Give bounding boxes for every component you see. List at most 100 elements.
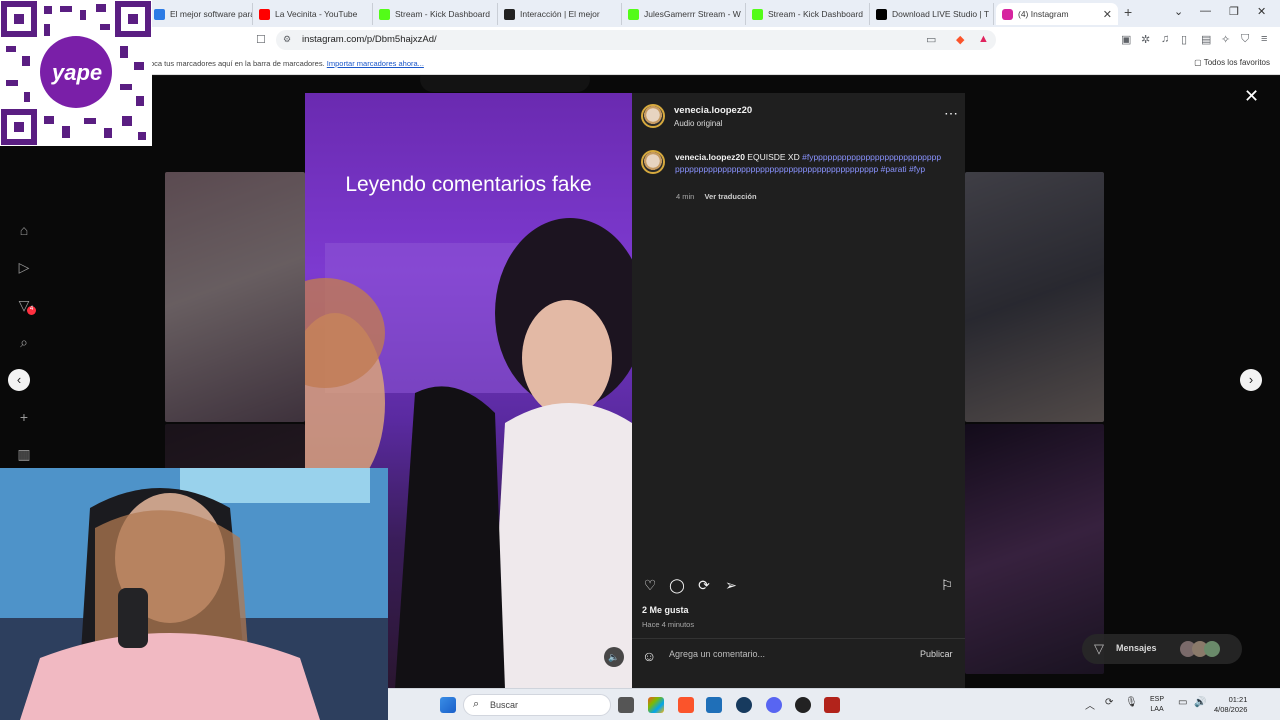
caption-text: EQUISDE XD [747,152,800,162]
reels-icon[interactable]: ▷ [15,259,33,277]
comment-bar: ☺ Publicar [632,638,965,670]
windows-taskbar: ⌕ Buscar ︿ ⟳ 🎙 ESP LAA ▭ 🔊 01:21 4/08/20… [388,688,1280,720]
vpn-icon[interactable]: ⛉ [1241,33,1249,46]
copilot-icon[interactable] [648,697,664,713]
discord-icon[interactable] [766,697,782,713]
site-info-icon[interactable]: ⚙ [283,34,291,45]
tab-label: Interacción | El mejor [520,9,600,19]
clock[interactable]: 01:21 4/08/2026 [1214,695,1247,715]
windows-start-icon[interactable] [440,697,456,713]
tab-label: El mejor software para po [170,9,252,19]
clock-date: 4/08/2026 [1214,705,1248,714]
yape-logo: yape [52,60,103,85]
caption-age: 4 min [676,192,695,201]
new-tab-icon[interactable]: + [1124,4,1132,20]
tab-search-icon[interactable]: ⌄ [1174,5,1183,18]
post-author[interactable]: venecia.loopez20 [674,105,752,116]
volume-icon[interactable]: 🔊 [1194,697,1206,708]
save-icon[interactable]: ⚐ [938,577,956,595]
tab-julesgamerrr[interactable]: JulesGamerrr Stream - W [622,3,746,25]
close-tab-icon[interactable]: ✕ [1103,8,1112,21]
lang-line-1: ESP [1150,696,1165,703]
avatar[interactable] [641,150,665,174]
tray-overflow-icon[interactable]: ︿ [1085,697,1095,712]
tab-label: (4) Instagram [1018,9,1069,19]
tab-software[interactable]: El mejor software para po [148,3,253,25]
translate-link[interactable]: Ver traducción [704,192,756,201]
mic-icon[interactable]: 🎙 [1125,697,1138,708]
tab-kick-dashboard[interactable]: Stream - Kick Dashboard [373,3,498,25]
media-icon[interactable]: ♫ [1161,33,1169,45]
brave-rewards-icon[interactable]: ▲ [978,33,989,45]
obs-icon[interactable] [795,697,811,713]
steam-icon[interactable] [736,697,752,713]
previous-post-button[interactable]: ‹ [8,369,30,391]
post-time: Hace 4 minutos [642,620,695,629]
tab-label: Stream - Kick Dashboard [768,9,863,19]
comment-input[interactable] [669,649,899,659]
input-language[interactable]: ESP LAA [1150,695,1164,715]
sidebar-icon[interactable]: ▯ [1181,33,1187,46]
close-window-icon[interactable]: ✕ [1257,5,1266,18]
bookmarks-message-text: oca tus marcadores aquí en la barra de m… [150,59,325,68]
like-count[interactable]: 2 Me gusta [642,605,689,615]
search-label: Buscar [490,700,519,710]
mute-icon[interactable]: 🔈 [604,647,624,667]
emoji-icon[interactable]: ☺ [642,648,656,664]
omnibox[interactable]: ⚙ instagram.com/p/Dbm5hajxzAd/ ▭ ◆ ▲ [276,30,996,50]
tab-label: Download LIVE Studio | T [892,9,990,19]
caption-username[interactable]: venecia.loopez20 [675,152,745,162]
comment-icon[interactable]: ◯ [668,577,686,595]
brave-icon[interactable] [678,697,694,713]
search-icon[interactable]: ⌕ [15,334,33,352]
browser-tab-bar: El mejor software para po La Vecinita - … [0,0,1280,27]
bookmark-icon[interactable]: ☐ [256,33,266,46]
minimize-icon[interactable]: — [1200,5,1211,17]
bookmarks-bar: oca tus marcadores aquí en la barra de m… [0,53,1280,75]
task-view-icon[interactable] [618,697,634,713]
close-modal-icon[interactable]: ✕ [1244,86,1259,107]
audio-label[interactable]: Audio original [674,119,722,128]
menu-icon[interactable]: ≡ [1261,33,1267,45]
tab-label: La Vecinita - YouTube [275,9,358,19]
youtube-icon [259,8,270,20]
taskbar-search[interactable]: ⌕ Buscar [463,694,611,716]
all-bookmarks[interactable]: ▢ Todos los favoritos [1194,58,1270,67]
like-icon[interactable]: ♡ [641,577,659,595]
puzzle-icon[interactable]: ✲ [1141,33,1150,46]
create-icon[interactable]: + [15,409,33,427]
messages-button[interactable]: ▽ Mensajes [1082,634,1242,664]
share-icon[interactable]: ➢ [722,577,740,595]
more-options-icon[interactable]: ⋯ [944,105,958,122]
kick-icon [628,8,639,20]
maximize-icon[interactable]: ❐ [1229,5,1239,18]
tab-instagram[interactable]: (4) Instagram ✕ [996,3,1118,25]
tab-kick-dashboard-2[interactable]: Stream - Kick Dashboard [746,3,870,25]
ai-icon[interactable]: ✧ [1221,33,1230,46]
brave-shield-icon[interactable]: ◆ [956,33,964,46]
home-icon[interactable]: ⌂ [15,222,33,240]
tiktok-icon [876,8,887,20]
tab-label: Stream - Kick Dashboard [395,9,490,19]
import-bookmarks-link[interactable]: Importar marcadores ahora... [327,59,424,68]
cast-icon[interactable]: ▭ [926,33,936,46]
kick-icon [379,8,390,20]
publish-button[interactable]: Publicar [920,649,953,659]
wallet-icon[interactable]: ▤ [1201,33,1211,46]
extension-icon[interactable]: ▣ [1121,33,1131,46]
tab-interaccion[interactable]: Interacción | El mejor [498,3,622,25]
network-icon[interactable]: ▭ [1178,697,1187,708]
store-icon[interactable] [706,697,722,713]
tab-live-studio[interactable]: Download LIVE Studio | T [870,3,994,25]
avatar [1204,641,1220,657]
url-text[interactable]: instagram.com/p/Dbm5hajxzAd/ [302,34,437,45]
address-bar: ☐ ⚙ instagram.com/p/Dbm5hajxzAd/ ▭ ◆ ▲ ▣… [0,27,1280,53]
sync-icon[interactable]: ⟳ [1105,697,1113,708]
tab-youtube[interactable]: La Vecinita - YouTube [253,3,373,25]
next-post-button[interactable]: › [1240,369,1262,391]
dota-icon[interactable] [824,697,840,713]
avatar[interactable] [641,104,665,128]
post-panel: venecia.loopez20 Audio original ⋯ veneci… [632,93,965,688]
insights-icon[interactable]: ▥ [15,446,33,464]
repost-icon[interactable]: ⟳ [695,577,713,595]
